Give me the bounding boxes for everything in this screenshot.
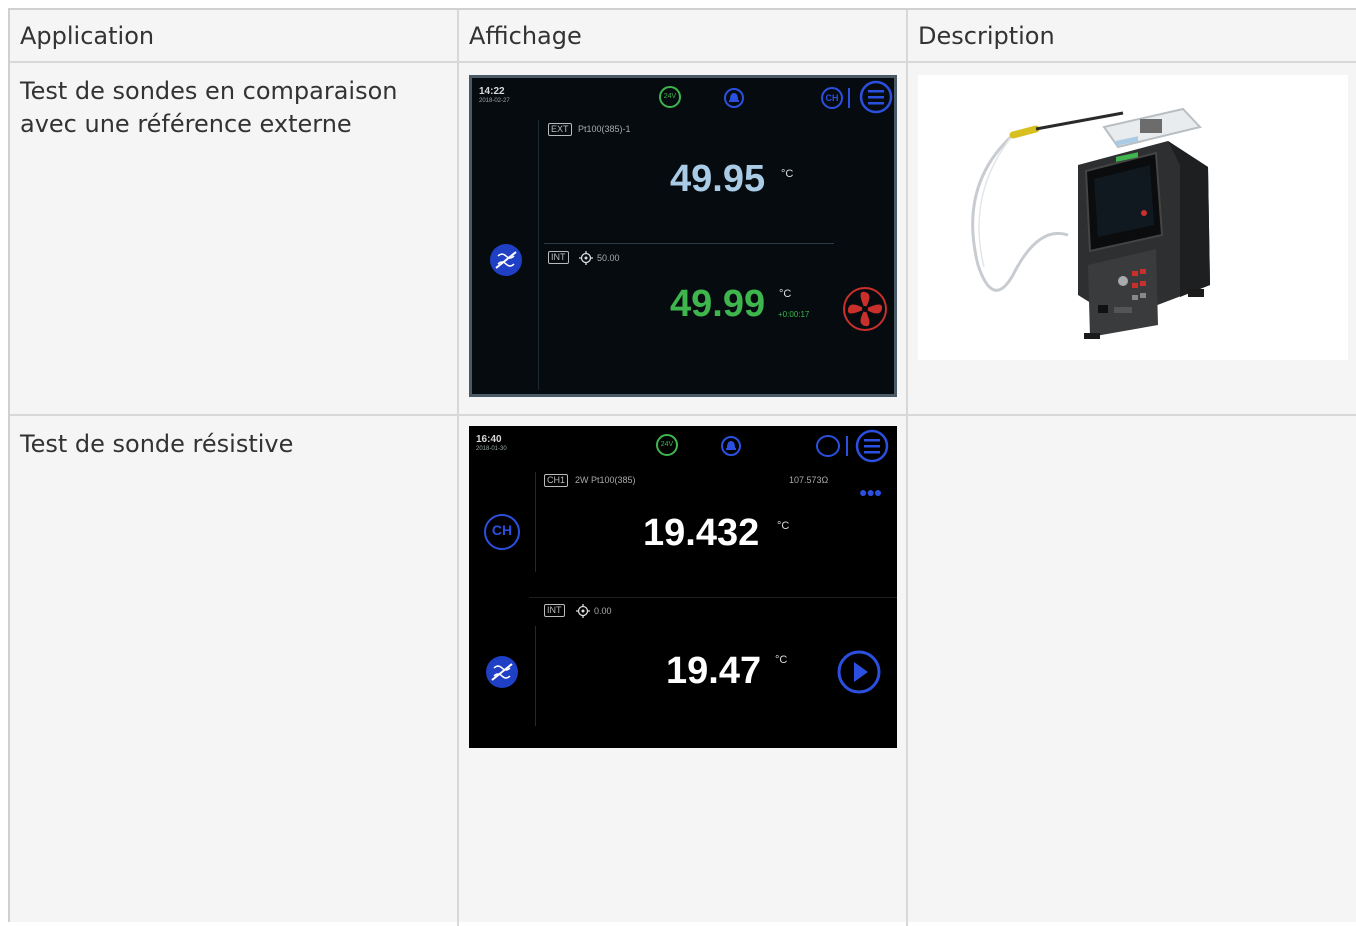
- description-cell: [908, 416, 1356, 926]
- header-description: Description: [918, 22, 1055, 50]
- int-tag: INT: [544, 604, 565, 617]
- supply-label: 24V: [660, 441, 674, 448]
- ext-unit: °C: [781, 168, 794, 180]
- int-unit: °C: [779, 288, 792, 300]
- screen-date: 2018-01-30: [476, 446, 507, 452]
- supply-label: 24V: [663, 93, 677, 100]
- timer-value: +0:00:17: [778, 310, 810, 319]
- resistance-value: 107.573Ω: [789, 475, 829, 485]
- affichage-cell: 16:40 2018-01-30 24V CH1 2W Pt100(385) 1…: [459, 416, 908, 926]
- application-text: Test de sondes en comparaison avec une r…: [20, 77, 398, 138]
- int-tag: INT: [548, 251, 569, 264]
- table-row: Test de sonde résistive 16:40 2018-01-30…: [10, 416, 1356, 926]
- header-cell-description: Description: [908, 10, 1356, 61]
- menu-icon[interactable]: [859, 80, 893, 114]
- ch1-temperature-value: 19.432: [643, 512, 760, 554]
- description-cell: [908, 63, 1356, 414]
- setpoint-value: 0.00: [594, 606, 612, 616]
- int-temperature-value: 19.47: [666, 650, 762, 692]
- setpoint-icon: [579, 251, 593, 265]
- channel-icon-label: CH: [491, 522, 513, 538]
- ch1-probe-label: 2W Pt100(385): [575, 475, 636, 485]
- screen-date: 2018-02-27: [479, 98, 510, 104]
- screen-clock: 14:22: [479, 86, 505, 97]
- affichage-cell: 14:22 2018-02-27 24V CH EXT Pt100(385)-1…: [459, 63, 908, 414]
- menu-icon[interactable]: [855, 429, 889, 463]
- table-row: Test de sondes en comparaison avec une r…: [10, 63, 1356, 416]
- setpoint-value: 50.00: [597, 253, 620, 263]
- supply-24v-icon: 24V: [656, 434, 678, 456]
- bell-icon: [724, 88, 744, 108]
- play-icon[interactable]: [835, 648, 883, 696]
- header-cell-affichage: Affichage: [459, 10, 908, 61]
- application-table: Application Affichage Description Test d…: [8, 8, 1356, 926]
- bell-icon: [721, 436, 741, 456]
- application-cell: Test de sonde résistive: [10, 416, 459, 926]
- ch1-unit: °C: [777, 520, 790, 532]
- channel-ohm-icon: [816, 435, 840, 457]
- supply-24v-icon: 24V: [659, 86, 681, 108]
- header-application: Application: [20, 22, 155, 50]
- dry-block-calibrator-photo: [918, 75, 1348, 360]
- ext-probe-label: Pt100(385)-1: [578, 124, 631, 134]
- int-temperature-value: 49.99: [670, 283, 766, 325]
- application-cell: Test de sondes en comparaison avec une r…: [10, 63, 459, 414]
- table-header-row: Application Affichage Description: [10, 10, 1356, 63]
- screen-vline: [535, 472, 536, 572]
- more-icon[interactable]: ●●●: [859, 484, 882, 500]
- divider: [848, 88, 850, 108]
- setpoint-icon: [576, 604, 590, 618]
- ch1-tag: CH1: [544, 474, 569, 487]
- screen-vline: [535, 626, 536, 726]
- device-screen-resistive: 16:40 2018-01-30 24V CH1 2W Pt100(385) 1…: [469, 426, 897, 748]
- calibrator-illustration: [971, 107, 1210, 339]
- header-affichage: Affichage: [469, 22, 582, 50]
- ext-temperature-value: 49.95: [670, 158, 766, 200]
- application-text: Test de sonde résistive: [20, 430, 294, 458]
- device-screen-comparison: 14:22 2018-02-27 24V CH EXT Pt100(385)-1…: [469, 75, 897, 397]
- fan-icon[interactable]: [842, 286, 888, 332]
- channel-icon: CH: [821, 87, 843, 109]
- header-cell-application: Application: [10, 10, 459, 61]
- divider: [846, 436, 848, 456]
- screen-vline: [538, 120, 539, 390]
- heating-icon[interactable]: [484, 654, 520, 690]
- int-unit: °C: [775, 654, 788, 666]
- ext-tag: EXT: [548, 123, 572, 136]
- screen-hline: [529, 597, 897, 598]
- channel-icon[interactable]: CH: [484, 514, 520, 550]
- heating-icon[interactable]: [488, 242, 524, 278]
- channel-icon-label: CH: [825, 93, 839, 103]
- screen-clock: 16:40: [476, 434, 502, 445]
- screen-hline: [544, 243, 834, 244]
